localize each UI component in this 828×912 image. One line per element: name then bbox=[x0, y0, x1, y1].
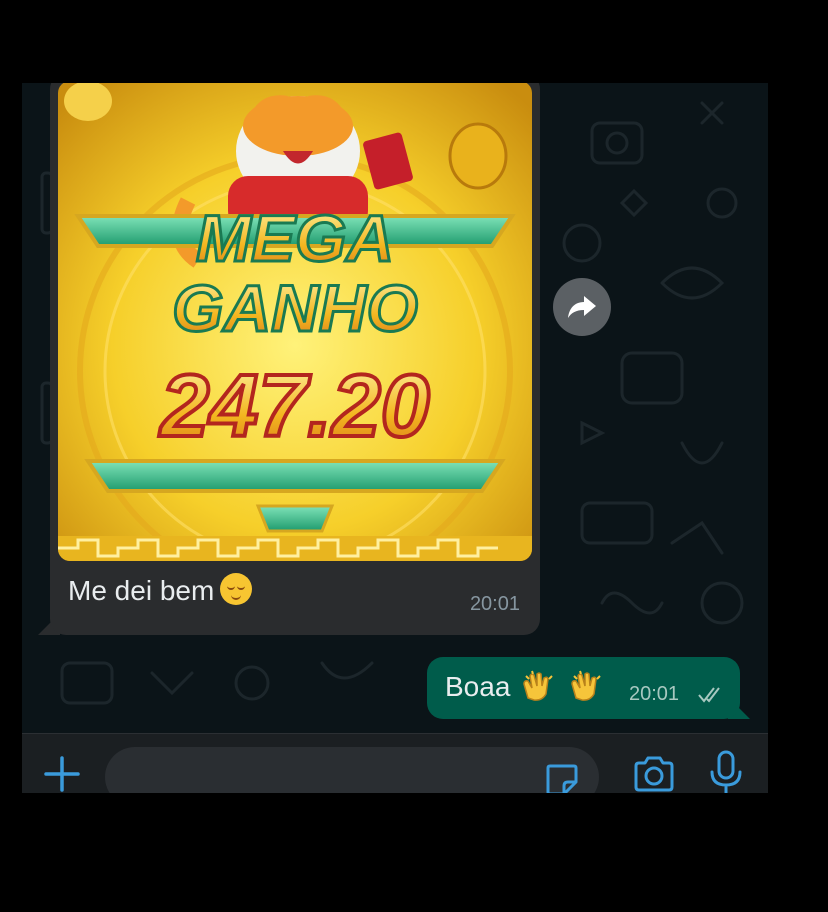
outgoing-timestamp: 20:01 bbox=[629, 683, 680, 705]
message-input-container[interactable] bbox=[105, 747, 599, 793]
read-receipt-icon bbox=[698, 687, 720, 703]
image-title-line1: MEGA bbox=[196, 201, 394, 275]
message-composer bbox=[22, 733, 768, 793]
plus-icon[interactable] bbox=[42, 754, 82, 793]
image-title-line2: GANHO bbox=[172, 271, 418, 345]
microphone-icon[interactable] bbox=[708, 750, 744, 793]
message-input[interactable] bbox=[125, 761, 529, 793]
camera-icon[interactable] bbox=[632, 754, 676, 793]
incoming-message-bubble[interactable]: MEGA GANHO 247.20 Me dei bem 20:01 bbox=[50, 83, 540, 635]
outgoing-message: Boaa bbox=[445, 670, 606, 703]
forward-icon bbox=[568, 296, 596, 318]
outgoing-message-text: Boaa bbox=[445, 671, 511, 702]
shared-image[interactable]: MEGA GANHO 247.20 bbox=[58, 83, 532, 561]
relieved-face-emoji bbox=[220, 573, 253, 605]
incoming-caption: Me dei bem bbox=[68, 573, 253, 607]
image-amount: 247.20 bbox=[158, 356, 429, 455]
outgoing-message-bubble[interactable]: Boaa 20:01 bbox=[427, 657, 740, 719]
clapping-hands-emoji bbox=[571, 670, 601, 701]
sticker-icon[interactable] bbox=[542, 760, 582, 793]
forward-button[interactable] bbox=[553, 278, 611, 336]
chat-screen: MEGA GANHO 247.20 Me dei bem 20:01 Boaa bbox=[22, 83, 768, 793]
incoming-caption-text: Me dei bem bbox=[68, 575, 215, 606]
incoming-timestamp: 20:01 bbox=[469, 593, 520, 615]
clapping-hands-emoji bbox=[523, 670, 553, 701]
